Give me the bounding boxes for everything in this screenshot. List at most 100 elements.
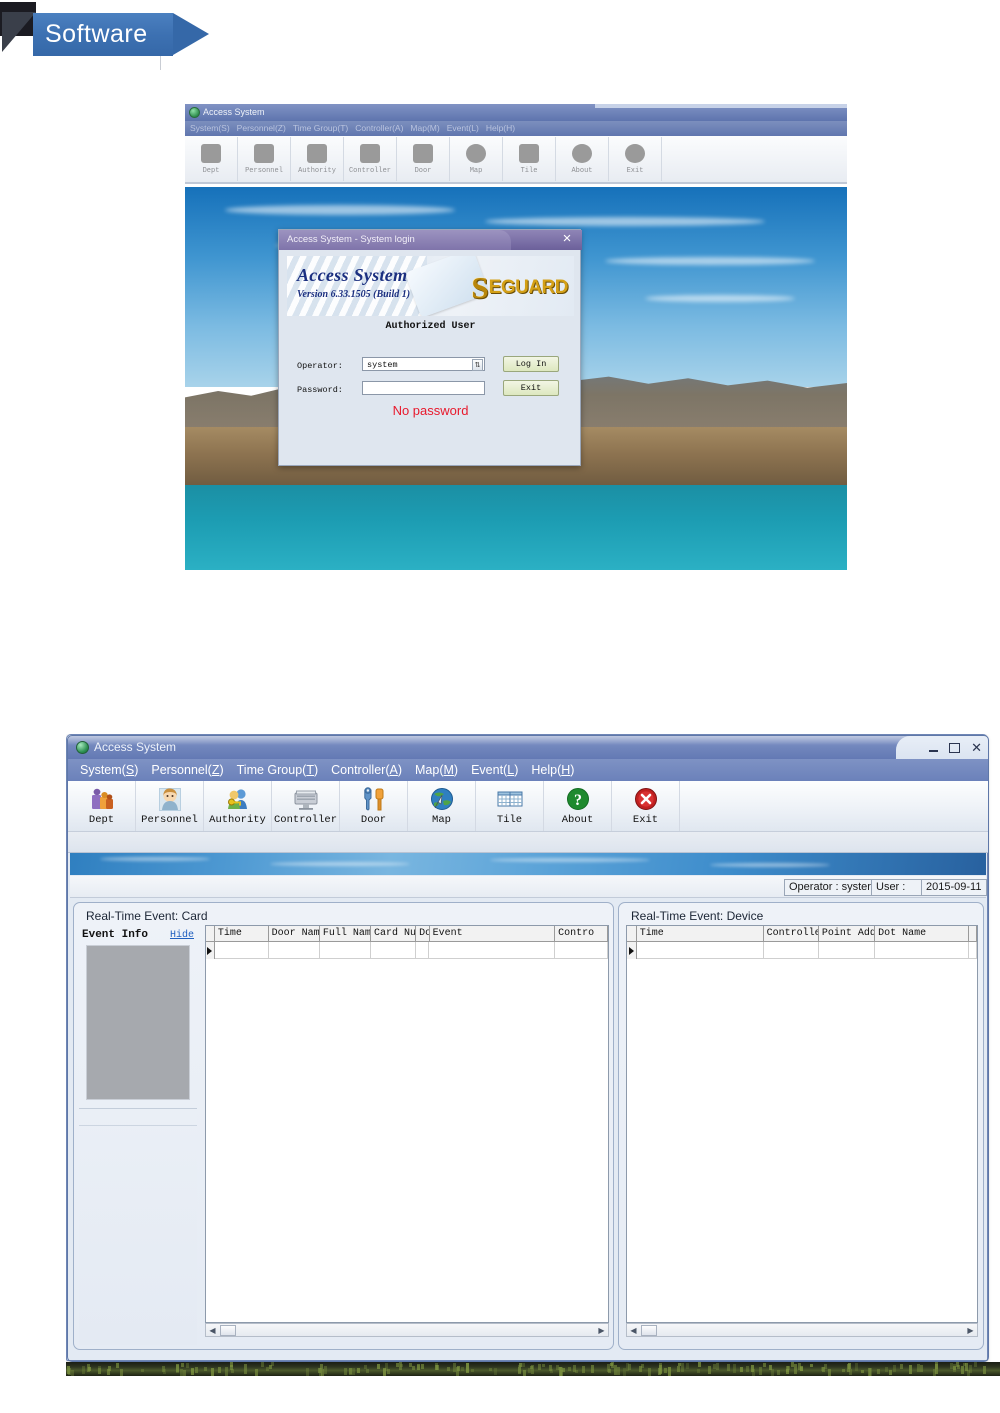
toolbar-label: Controller	[274, 814, 337, 826]
hscroll-thumb[interactable]	[641, 1325, 657, 1336]
grass-blade	[763, 1363, 766, 1367]
grass-blade	[664, 1368, 667, 1373]
realtime-card-panel: Real-Time Event: Card Event Info Hide Ti…	[73, 902, 614, 1350]
cloud-wisp	[605, 257, 815, 265]
login-menu-event-l[interactable]: Event(L)	[447, 123, 479, 133]
maximize-icon[interactable]	[949, 743, 960, 753]
grass-blade	[686, 1363, 689, 1369]
grid-cell[interactable]	[215, 942, 269, 959]
menu-item-event[interactable]: Event(L)	[471, 763, 518, 777]
menu-item-personnel[interactable]: Personnel(Z)	[151, 763, 223, 777]
exit-button[interactable]: Exit	[503, 380, 559, 396]
grass-blade	[869, 1368, 872, 1376]
log-in-button[interactable]: Log In	[503, 356, 559, 372]
door-icon	[413, 144, 433, 163]
toolbar-dept[interactable]: Dept	[68, 781, 136, 831]
grass-blade	[261, 1362, 264, 1366]
column-header[interactable]: Full Name	[320, 926, 371, 942]
toolbar-about[interactable]: ? About	[544, 781, 612, 831]
grass-blade	[697, 1369, 700, 1373]
column-header[interactable]: Event	[430, 926, 555, 942]
row-marker	[206, 942, 215, 959]
desktop-background-strip	[66, 1362, 1000, 1376]
login-menu-help-h[interactable]: Help(H)	[486, 123, 515, 133]
hscroll-thumb[interactable]	[220, 1325, 236, 1336]
grass-blade	[920, 1365, 923, 1372]
column-header[interactable]: Contro	[555, 926, 608, 942]
scroll-left-arrow-icon[interactable]: ◀	[206, 1324, 219, 1336]
grass-blade	[842, 1369, 845, 1372]
menu-item-help[interactable]: Help(H)	[531, 763, 574, 777]
login-menu-system-s[interactable]: System(S)	[190, 123, 230, 133]
toolbar-label: Personnel	[141, 814, 198, 826]
toolbar-underbar	[68, 832, 988, 853]
toolbar-map[interactable]: Map	[408, 781, 476, 831]
grid-cell[interactable]	[819, 942, 875, 959]
toolbar-controller[interactable]: Controller	[272, 781, 340, 831]
cloud-wisp	[645, 295, 795, 302]
grass-blade	[698, 1362, 701, 1367]
card-event-grid[interactable]: TimeDoor NameFull NameCard NumbeDooEvent…	[205, 925, 609, 1323]
toolbar-door[interactable]: Door	[340, 781, 408, 831]
column-header[interactable]: Card Numbe	[371, 926, 416, 942]
login-menu-personnel-z[interactable]: Personnel(Z)	[237, 123, 286, 133]
grid-cell[interactable]	[875, 942, 969, 959]
disabled-toolbar-controller: Controller	[344, 137, 397, 181]
close-icon[interactable]: ×	[559, 231, 575, 247]
toolbar-tile[interactable]: Tile	[476, 781, 544, 831]
device-event-grid[interactable]: TimeControllerPoint AddrDot Name	[626, 925, 978, 1323]
card-grid-hscrollbar[interactable]: ◀ ▶	[205, 1323, 609, 1337]
menu-item-time-group[interactable]: Time Group(T)	[237, 763, 319, 777]
menu-item-controller[interactable]: Controller(A)	[331, 763, 402, 777]
login-menu-controller-a[interactable]: Controller(A)	[355, 123, 403, 133]
column-header[interactable]: Controller	[764, 926, 819, 942]
column-header[interactable]: Doo	[416, 926, 430, 942]
grid-cell[interactable]	[429, 942, 555, 959]
grid-cell[interactable]	[320, 942, 371, 959]
chevron-down-icon[interactable]: ⇅	[472, 359, 483, 371]
grid-cell[interactable]	[764, 942, 819, 959]
login-menu-time-group-t[interactable]: Time Group(T)	[293, 123, 348, 133]
column-header[interactable]: Time	[637, 926, 764, 942]
column-header[interactable]: Point Addr	[819, 926, 875, 942]
hide-link[interactable]: Hide	[170, 930, 194, 941]
menu-item-system[interactable]: System(S)	[80, 763, 138, 777]
grid-cell[interactable]	[416, 942, 429, 959]
event-info-divider	[79, 1125, 197, 1126]
menu-item-map[interactable]: Map(M)	[415, 763, 458, 777]
grass-blade	[810, 1364, 813, 1367]
close-icon[interactable]: ✕	[971, 741, 982, 754]
toolbar-personnel[interactable]: Personnel	[136, 781, 204, 831]
password-input[interactable]	[362, 381, 485, 395]
column-header[interactable]: Time	[215, 926, 269, 942]
device-grid-hscrollbar[interactable]: ◀ ▶	[626, 1323, 978, 1337]
realtime-device-panel: Real-Time Event: Device TimeControllerPo…	[618, 902, 984, 1350]
operator-select[interactable]: system ⇅	[362, 357, 485, 371]
toolbar-exit[interactable]: Exit	[612, 781, 680, 831]
grid-cell[interactable]	[637, 942, 764, 959]
grass-blade	[255, 1369, 258, 1376]
toolbar-label: Map	[432, 814, 451, 826]
status-user: User :	[871, 879, 922, 896]
main-window-figure: Access System ✕ System(S) Personnel(Z) Tim…	[66, 734, 1000, 1379]
grass-blade	[417, 1365, 420, 1370]
grid-cell[interactable]	[969, 942, 977, 959]
grid-cell[interactable]	[269, 942, 320, 959]
grid-cell[interactable]	[555, 942, 608, 959]
grass-blade	[306, 1368, 309, 1376]
column-header[interactable]: Dot Name	[875, 926, 969, 942]
toolbar-authority[interactable]: Authority	[204, 781, 272, 831]
column-header[interactable]: Door Name	[269, 926, 320, 942]
card-grid-first-row[interactable]	[206, 942, 608, 959]
product-name: Access System	[297, 265, 407, 286]
minimize-icon[interactable]	[929, 744, 938, 752]
column-header[interactable]	[969, 926, 977, 942]
dept-icon	[88, 787, 116, 812]
scroll-right-arrow-icon[interactable]: ▶	[964, 1324, 977, 1336]
scroll-right-arrow-icon[interactable]: ▶	[595, 1324, 608, 1336]
device-grid-first-row[interactable]	[627, 942, 977, 959]
scroll-left-arrow-icon[interactable]: ◀	[627, 1324, 640, 1336]
toolbar-label: Dept	[203, 167, 220, 175]
grid-cell[interactable]	[371, 942, 416, 959]
login-menu-map-m[interactable]: Map(M)	[410, 123, 439, 133]
